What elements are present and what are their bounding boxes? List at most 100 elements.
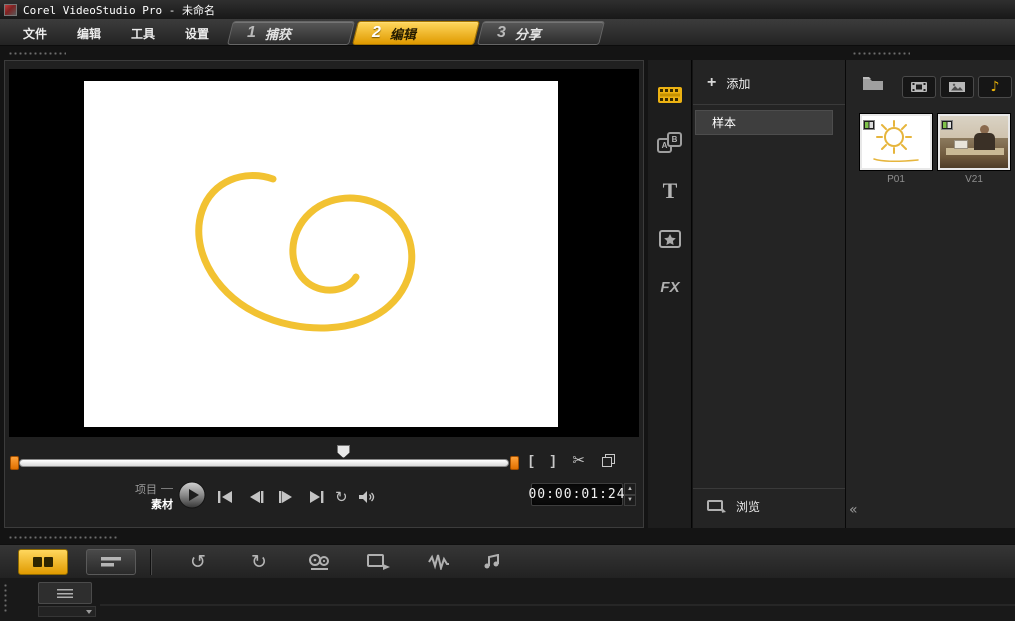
step-tabs: 1 捕获 2 编辑 3 分享: [230, 21, 602, 45]
mark-out-button[interactable]: ]: [551, 452, 556, 468]
go-start-icon: [216, 490, 236, 504]
prev-frame-button[interactable]: [245, 490, 267, 504]
timeline-icon: [100, 555, 122, 569]
batch-convert-button[interactable]: [363, 550, 395, 574]
mode-indicator-line: [161, 488, 173, 489]
mark-in-button[interactable]: [: [529, 452, 534, 468]
timecode-stepper: ▲ ▼: [624, 483, 636, 506]
go-end-button[interactable]: [305, 490, 327, 504]
badge-icon: [941, 120, 953, 130]
preview-grip-dots: [8, 52, 66, 55]
trim-handle-start[interactable]: [10, 456, 19, 470]
library-item-sample[interactable]: 样本: [695, 110, 833, 135]
spiral-drawing: [84, 81, 558, 427]
mode-clip[interactable]: 素材: [151, 499, 173, 511]
media-type-badge: [863, 117, 875, 135]
tab-capture[interactable]: 1 捕获: [227, 21, 355, 45]
go-start-button[interactable]: [215, 490, 237, 504]
next-frame-button[interactable]: [275, 490, 297, 504]
graphic-icon: [658, 228, 682, 250]
play-button[interactable]: [178, 481, 206, 509]
library-panel: + 添加 样本 浏览: [693, 60, 846, 528]
transition-category-button[interactable]: A B: [648, 124, 692, 162]
tab-edit[interactable]: 2 编辑: [352, 21, 480, 45]
timeline-track-area: [0, 578, 1015, 621]
tab-capture-label: 捕获: [265, 24, 291, 43]
media-type-badge: [941, 117, 953, 135]
tab-share-label: 分享: [515, 24, 541, 43]
title-category-button[interactable]: T: [648, 172, 692, 210]
timeline-grip-dots: [4, 583, 7, 613]
go-end-icon: [306, 490, 326, 504]
auto-music-icon: [481, 554, 505, 570]
toolbar-grip-dots: [8, 536, 118, 539]
enlarge-preview-button[interactable]: [602, 454, 614, 466]
play-icon: [178, 481, 206, 509]
timeline-view-button[interactable]: [86, 549, 136, 575]
video-display: [9, 69, 639, 437]
split-clip-button[interactable]: ✂: [572, 451, 585, 469]
filter-video-button[interactable]: [902, 76, 936, 98]
fx-icon: FX: [660, 279, 679, 296]
track-manager-button[interactable]: [38, 582, 92, 604]
timecode-down-button[interactable]: ▼: [624, 495, 636, 507]
track-lane-line: [100, 604, 1015, 606]
menu-settings[interactable]: 设置: [170, 19, 224, 42]
tab-share-inner: 3 分享: [481, 22, 601, 44]
tab-edit-inner: 2 编辑: [356, 22, 476, 44]
filter-category-button[interactable]: FX: [648, 268, 692, 306]
browse-button[interactable]: 浏览: [707, 498, 760, 515]
playback-mode: 项目 素材: [135, 482, 173, 512]
record-capture-button[interactable]: [303, 550, 335, 574]
batch-convert-icon: [367, 553, 391, 571]
storyboard-view-button[interactable]: [18, 549, 68, 575]
tab-share[interactable]: 3 分享: [477, 21, 605, 45]
storyboard-icon: [32, 555, 54, 569]
speaker-icon: [358, 490, 376, 504]
toolbar-divider: [150, 549, 152, 575]
menu-edit[interactable]: 编辑: [62, 19, 116, 42]
timecode-display[interactable]: 00:00:01:24: [531, 483, 623, 506]
scrub-track[interactable]: [19, 459, 509, 467]
music-note-icon: ♪: [991, 79, 1000, 95]
waveform-icon: [427, 554, 451, 570]
trim-handle-end[interactable]: [510, 456, 519, 470]
volume-button[interactable]: [356, 490, 378, 504]
title-t-icon: T: [663, 178, 678, 204]
mode-project[interactable]: 项目: [135, 484, 157, 496]
graphic-category-button[interactable]: [648, 220, 692, 258]
folder-button[interactable]: [862, 74, 884, 96]
collapse-panel-button[interactable]: «: [849, 502, 858, 518]
photo-person-body: [974, 133, 995, 150]
add-folder-button[interactable]: + 添加: [707, 74, 750, 92]
media-category-button[interactable]: [648, 76, 692, 114]
track-options-dropdown[interactable]: [38, 606, 96, 617]
thumbnail-caption: V21: [938, 174, 1010, 185]
filter-audio-button[interactable]: ♪: [978, 76, 1012, 98]
undo-button[interactable]: ↺: [182, 550, 214, 574]
folder-icon: [862, 74, 884, 91]
library-category-toolbar: A B T FX: [648, 60, 692, 528]
menu-tools[interactable]: 工具: [116, 19, 170, 42]
filter-image-button[interactable]: [940, 76, 974, 98]
media-film-icon: [657, 85, 683, 105]
filmstrip-icon: [910, 81, 928, 93]
thumbnail-v21[interactable]: [938, 114, 1010, 170]
transport-controls: ↻: [215, 488, 378, 506]
tab-share-number: 3: [497, 24, 506, 42]
auto-music-button[interactable]: [477, 550, 509, 574]
menu-bar: 文件 编辑 工具 设置 1 捕获 2 编辑 3 分享: [0, 19, 1015, 46]
sound-mixer-button[interactable]: [423, 550, 455, 574]
transition-b-box: B: [667, 132, 682, 147]
menu-file[interactable]: 文件: [8, 19, 62, 42]
window-title: Corel VideoStudio Pro - 未命名: [23, 2, 215, 18]
playhead-thumb[interactable]: [337, 445, 350, 458]
tab-edit-label: 编辑: [390, 24, 416, 43]
thumbnail-p01[interactable]: [860, 114, 932, 170]
redo-icon: ↻: [251, 551, 267, 573]
repeat-button[interactable]: ↻: [335, 488, 348, 506]
painting-canvas: [84, 81, 558, 427]
photo-laptop: [954, 140, 968, 149]
timecode-up-button[interactable]: ▲: [624, 483, 636, 495]
redo-button[interactable]: ↻: [243, 550, 275, 574]
